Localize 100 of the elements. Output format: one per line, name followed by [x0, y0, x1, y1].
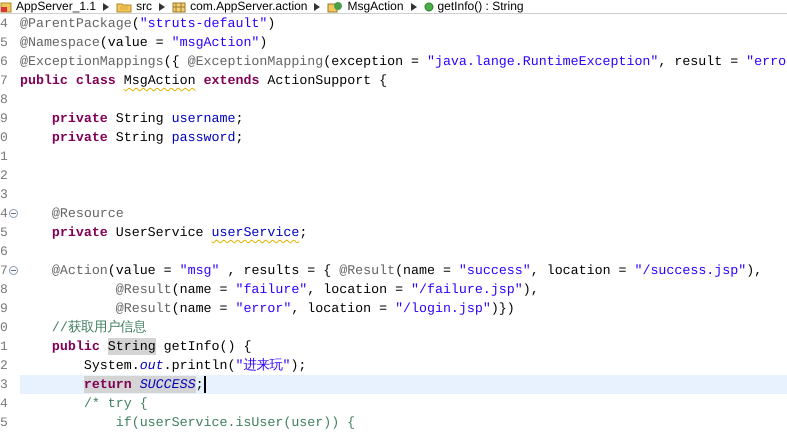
line-number: 4	[0, 206, 8, 221]
code-keyword: private	[52, 110, 108, 127]
code-keyword: public	[52, 338, 100, 355]
annotation: @ParentPackage	[20, 15, 132, 32]
string-literal: "msgAction"	[172, 34, 260, 51]
string-literal: "failure"	[235, 281, 308, 298]
code-text: , location =	[530, 262, 628, 279]
code-keyword: private	[52, 129, 108, 146]
breadcrumb-item[interactable]: MsgAction	[347, 0, 404, 13]
string-literal: "/success.jsp"	[634, 262, 746, 279]
string-literal: "erro	[746, 53, 786, 70]
code-text: )	[267, 15, 276, 32]
code-keyword: class	[76, 72, 116, 89]
annotation: @Result	[116, 300, 172, 317]
code-keyword: public	[20, 72, 68, 89]
code-text: String	[116, 129, 165, 146]
code-text: String	[108, 338, 156, 355]
code-text: .println(	[164, 357, 236, 374]
line-number: 7	[0, 73, 8, 88]
separator-arrow-icon	[410, 2, 416, 10]
code-text: ;	[235, 129, 244, 146]
code-text: (	[132, 15, 140, 32]
code-text: ActionSupport {	[267, 72, 388, 89]
line-number: 3	[0, 187, 8, 202]
breadcrumb-item[interactable]: AppServer_1.1	[16, 0, 96, 13]
code-text: (value =	[100, 34, 165, 51]
line-number: 9	[0, 301, 8, 316]
code-text: , location =	[307, 281, 404, 298]
code-text: )	[259, 34, 268, 51]
code-text: ;	[299, 224, 308, 241]
code-text: ;	[235, 110, 244, 127]
code-text: ),	[522, 281, 539, 298]
annotation: @Result	[116, 281, 172, 298]
string-literal: "struts-default"	[140, 15, 268, 32]
line-number: 2	[0, 358, 8, 373]
code-text: , result =	[658, 53, 740, 70]
line-number: 4	[0, 16, 8, 31]
fold-minus-icon[interactable]	[8, 266, 18, 275]
string-literal: "error"	[235, 300, 292, 317]
line-number: 5	[0, 35, 8, 50]
line-number: 1	[0, 339, 8, 354]
line-number: 8	[0, 92, 8, 107]
code-text: ),	[746, 262, 762, 279]
code-text: (name =	[395, 262, 452, 279]
code-text: ;	[196, 376, 204, 393]
text-cursor	[204, 376, 206, 393]
code-keyword: extends	[204, 72, 260, 89]
line-number: 6	[0, 244, 8, 259]
code-text: UserService	[116, 224, 205, 241]
breadcrumb-item[interactable]: com.AppServer.action	[190, 0, 308, 13]
breadcrumb-item[interactable]: getInfo() : String	[438, 0, 524, 13]
annotation: @Action	[52, 262, 108, 279]
folder-icon	[116, 0, 132, 12]
separator-arrow-icon	[314, 2, 320, 10]
annotation: @Resource	[52, 205, 124, 222]
line-number: 6	[0, 54, 8, 69]
code-text: getInfo() {	[164, 338, 252, 355]
line-number: 3	[0, 377, 8, 392]
fold-minus-icon[interactable]	[8, 209, 18, 218]
line-number: 0	[0, 320, 8, 335]
code-keyword: return	[84, 376, 140, 393]
line-number: 9	[0, 111, 8, 126]
field-name: password	[172, 129, 236, 146]
line-number: 5	[0, 415, 8, 430]
line-number: 2	[0, 168, 8, 183]
line-number: 1	[0, 149, 8, 164]
code-comment: /* try {	[84, 395, 148, 412]
static-field: SUCCESS	[140, 376, 196, 393]
field-name: userService	[212, 224, 300, 241]
line-number: 8	[0, 282, 8, 297]
code-text: (name =	[172, 300, 228, 317]
code-text: );	[290, 357, 306, 374]
static-field: out	[140, 357, 164, 374]
line-number: 4	[0, 396, 8, 411]
code-text: , results = {	[228, 262, 332, 279]
string-literal: "/failure.jsp"	[411, 281, 523, 298]
package-icon	[172, 0, 186, 12]
string-literal: "java.lange.RuntimeException"	[426, 53, 658, 70]
string-literal: "/login.jsp"	[395, 300, 491, 317]
line-number: 7	[0, 263, 8, 278]
code-text: System.	[84, 357, 140, 374]
annotation: @ExceptionMapping	[188, 53, 324, 70]
string-literal: "success"	[458, 262, 531, 279]
annotation: @ExceptionMappings	[20, 53, 164, 70]
field-name: username	[172, 110, 236, 127]
code-text: (name =	[172, 281, 228, 298]
code-comment: //获取用户信息	[52, 319, 146, 336]
separator-arrow-icon	[159, 2, 166, 10]
code-text: (value =	[108, 262, 173, 279]
line-number: 0	[0, 130, 8, 145]
breadcrumb-item[interactable]: src	[136, 0, 152, 13]
string-literal: "msg"	[180, 262, 220, 279]
method-icon	[424, 2, 434, 12]
annotation: @Result	[339, 262, 396, 279]
string-literal: "进来玩"	[235, 357, 290, 374]
class-file-icon	[327, 0, 344, 12]
code-text: (exception =	[323, 53, 420, 70]
project-icon	[0, 0, 12, 12]
code-comment: if(userService.isUser(user)) {	[116, 414, 356, 431]
code-text: MsgAction	[124, 72, 196, 89]
